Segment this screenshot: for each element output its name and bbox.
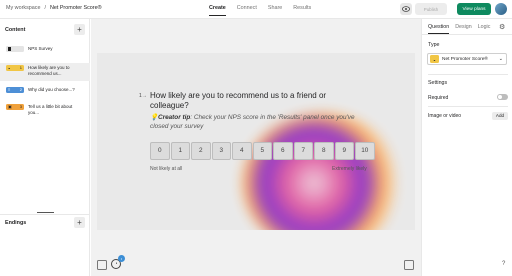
long-text-badge: ≡ 2 <box>6 87 24 93</box>
tab-logic[interactable]: Logic <box>478 24 491 30</box>
type-heading: Type <box>428 42 440 48</box>
scale-option[interactable]: 7 <box>293 142 313 160</box>
breadcrumb-workspace[interactable]: My workspace <box>6 5 40 11</box>
question-card[interactable]: 1→ How likely are you to recommend us to… <box>97 53 415 230</box>
scale-option[interactable]: 3 <box>211 142 231 160</box>
add-media-button[interactable]: Add <box>492 112 508 120</box>
settings-panel: Question Design Logic ⚙ Type ◒ Net Promo… <box>421 19 512 276</box>
required-label: Required <box>428 95 449 101</box>
panel-tabs: Question Design Logic <box>428 24 491 34</box>
creator-tip-label: Creator tip <box>157 114 191 121</box>
required-toggle[interactable] <box>497 94 508 100</box>
arrow-right-icon: 1→ <box>139 93 147 99</box>
list-item-about[interactable]: ▣ 3 Tell us a little bit about you... <box>0 104 90 115</box>
list-item-label: NPS Survey <box>28 46 53 51</box>
nps-scale: 0 1 2 3 4 5 6 7 8 9 10 <box>150 142 376 160</box>
list-item-welcome[interactable]: NPS Survey <box>0 46 90 52</box>
scale-label-high: Extremely likely <box>332 166 367 172</box>
gear-icon[interactable]: ⚙ <box>499 23 505 31</box>
breadcrumb-form-title[interactable]: Net Promoter Score® <box>50 5 102 11</box>
tab-results[interactable]: Results <box>293 5 311 11</box>
nps-badge: ◒ 1 <box>6 65 24 71</box>
divider <box>428 74 508 75</box>
eye-icon <box>402 6 410 12</box>
settings-heading: Settings <box>428 80 448 86</box>
scale-label-low: Not likely at all <box>150 166 183 172</box>
question-type-select[interactable]: ◒ Net Promoter Score® ⌄ <box>427 53 507 65</box>
content-sidebar: Content + NPS Survey ◒ 1 How likely are y… <box>0 19 90 276</box>
panel-divider <box>422 34 512 35</box>
add-content-button[interactable]: + <box>74 24 85 35</box>
image-video-label: Image or video <box>428 113 462 119</box>
gauge-icon: ◒ <box>430 55 439 63</box>
list-item-label: How likely are you to recommend us... <box>28 65 70 76</box>
breadcrumb-separator: / <box>44 5 46 11</box>
notification-badge: • <box>118 255 125 262</box>
list-item-label: Why did you choose...? <box>28 87 75 92</box>
publish-button[interactable]: Publish <box>415 3 447 15</box>
statement-badge <box>6 46 24 52</box>
scale-option[interactable]: 1 <box>170 142 190 160</box>
top-bar: My workspace / Net Promoter Score® Creat… <box>0 0 512 18</box>
tab-question[interactable]: Question <box>428 24 450 34</box>
list-item-why[interactable]: ≡ 2 Why did you choose...? <box>0 87 90 93</box>
question-title[interactable]: How likely are you to recommend us to a … <box>150 91 340 111</box>
help-icon[interactable]: ? <box>502 261 505 267</box>
gauge-icon: ◒ <box>8 65 11 71</box>
tab-connect[interactable]: Connect <box>237 5 257 11</box>
section-divider <box>0 214 90 215</box>
content-heading: Content <box>5 27 26 33</box>
endings-heading: Endings <box>5 220 27 226</box>
text-icon: ≡ <box>8 87 11 93</box>
collapse-left-panel-button[interactable] <box>97 260 107 270</box>
editor-canvas: 1→ How likely are you to recommend us to… <box>91 19 421 276</box>
creator-tip[interactable]: 💡Creator tip: Check your NPS score in th… <box>150 114 370 131</box>
tab-share[interactable]: Share <box>268 5 282 11</box>
scale-option[interactable]: 4 <box>232 142 252 160</box>
scale-option[interactable]: 6 <box>273 142 293 160</box>
breadcrumb: My workspace / Net Promoter Score® <box>6 5 102 11</box>
view-plans-button[interactable]: View plans <box>457 3 491 15</box>
scale-option[interactable]: 9 <box>334 142 354 160</box>
collapse-right-panel-button[interactable] <box>404 260 414 270</box>
add-ending-button[interactable]: + <box>74 217 85 228</box>
scale-option[interactable]: 5 <box>252 142 272 160</box>
chevron-down-icon: ⌄ <box>498 56 503 62</box>
tab-design[interactable]: Design <box>455 24 472 30</box>
question-type-value: Net Promoter Score® <box>442 56 488 62</box>
scale-option[interactable]: 0 <box>150 142 170 160</box>
bulb-icon: 💡 <box>150 114 158 121</box>
preview-button[interactable] <box>400 3 412 15</box>
resize-handle[interactable] <box>37 212 54 213</box>
divider <box>428 106 508 107</box>
list-item-label: Tell us a little bit about you... <box>28 104 73 115</box>
tab-create[interactable]: Create <box>209 5 226 16</box>
main-nav-tabs: Create Connect Share Results <box>209 5 311 16</box>
scale-option[interactable]: 2 <box>191 142 211 160</box>
contact-badge: ▣ 3 <box>6 104 24 110</box>
contact-icon: ▣ <box>8 104 12 110</box>
avatar[interactable] <box>495 3 507 15</box>
list-item-nps[interactable]: ◒ 1 How likely are you to recommend us... <box>0 63 90 81</box>
scale-option[interactable]: 10 <box>355 142 375 160</box>
scale-option[interactable]: 8 <box>314 142 334 160</box>
